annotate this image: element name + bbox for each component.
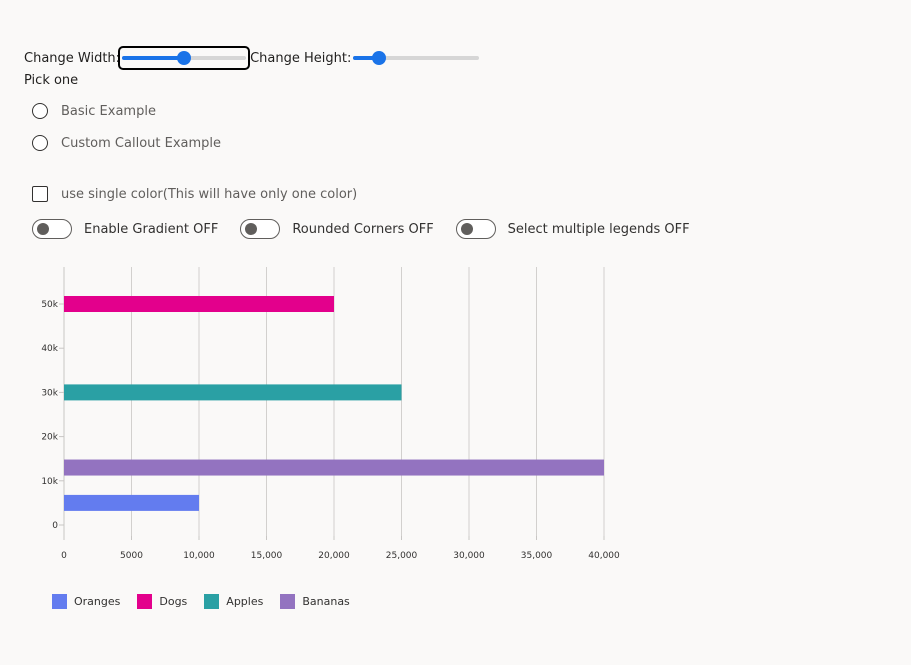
legend-item-bananas[interactable]: Bananas	[280, 594, 350, 609]
x-tick-label: 20,000	[318, 551, 350, 561]
single-color-label: use single color(This will have only one…	[61, 186, 358, 202]
x-tick-label: 10,000	[183, 551, 215, 561]
size-controls: Change Width: Change Height:	[24, 46, 481, 70]
switch-knob	[37, 223, 49, 235]
x-tick-label: 25,000	[386, 551, 418, 561]
height-slider[interactable]	[351, 48, 481, 68]
switch-knob	[245, 223, 258, 235]
multiple-legends-toggle-label: Select multiple legends OFF	[507, 221, 690, 237]
x-tick-label: 35,000	[521, 551, 553, 561]
change-width-label: Change Width:	[24, 50, 121, 66]
y-tick-label: 10k	[41, 477, 58, 487]
bar-dogs	[64, 296, 334, 312]
legend-label: Bananas	[302, 595, 350, 608]
legend-label: Oranges	[74, 595, 121, 608]
width-slider[interactable]	[118, 46, 251, 70]
gradient-toggle[interactable]: Enable Gradient OFF	[32, 219, 218, 239]
radio-custom-label: Custom Callout Example	[61, 135, 222, 151]
width-slider-fill	[122, 56, 185, 60]
radio-basic-example[interactable]: Basic Example	[32, 103, 156, 119]
horizontal-bar-chart: 0 5000 10,000 15,000 20,000 25,000 30,000 35,00…	[41, 267, 620, 561]
x-tick-label: 15,000	[251, 551, 283, 561]
y-tick-label: 40k	[41, 344, 58, 354]
multiple-legends-toggle[interactable]: Select multiple legends OFF	[455, 219, 690, 239]
pick-one-label: Pick one	[24, 73, 79, 88]
legend-swatch	[204, 594, 220, 609]
x-tick-label: 30,000	[453, 551, 485, 561]
bar-apples	[64, 384, 402, 401]
x-tick-label: 0	[61, 551, 67, 561]
height-slider-thumb[interactable]	[371, 51, 386, 65]
rounded-corners-toggle[interactable]: Rounded Corners OFF	[240, 219, 434, 239]
bar-bananas	[64, 459, 604, 476]
checkbox-box[interactable]	[32, 186, 48, 202]
radio-custom-callout-example[interactable]: Custom Callout Example	[32, 135, 221, 151]
radio-basic-label: Basic Example	[61, 103, 156, 119]
bar-oranges	[64, 494, 199, 511]
x-tick-label: 5000	[120, 551, 143, 561]
legend-swatch	[52, 594, 67, 609]
x-tick-label: 40,000	[588, 551, 620, 561]
y-tick-label: 20k	[41, 433, 58, 443]
y-tick-label: 50k	[41, 300, 58, 310]
rounded-corners-toggle-label: Rounded Corners OFF	[292, 221, 434, 237]
chart-legend: Oranges Dogs Apples Bananas	[52, 594, 367, 609]
single-color-checkbox[interactable]: use single color(This will have only one…	[32, 186, 357, 202]
y-tick-label: 30k	[41, 388, 58, 398]
gradient-switch[interactable]	[32, 219, 72, 239]
switch-knob	[460, 223, 473, 235]
legend-item-dogs[interactable]: Dogs	[137, 594, 187, 609]
gradient-toggle-label: Enable Gradient OFF	[84, 221, 219, 237]
toggle-row: Enable Gradient OFF Rounded Corners OFF …	[32, 219, 712, 239]
legend-swatch	[280, 594, 296, 609]
legend-swatch	[137, 594, 153, 609]
change-height-label: Change Height:	[250, 50, 352, 66]
rounded-corners-switch[interactable]	[240, 219, 281, 239]
radio-circle[interactable]	[32, 135, 48, 151]
width-slider-thumb[interactable]	[177, 51, 192, 65]
multiple-legends-switch[interactable]	[455, 219, 496, 239]
legend-label: Dogs	[159, 595, 188, 608]
legend-label: Apples	[226, 595, 264, 608]
y-tick-label: 0	[52, 521, 58, 531]
legend-item-oranges[interactable]: Oranges	[52, 594, 120, 609]
legend-item-apples[interactable]: Apples	[204, 594, 263, 609]
radio-circle[interactable]	[32, 103, 48, 119]
